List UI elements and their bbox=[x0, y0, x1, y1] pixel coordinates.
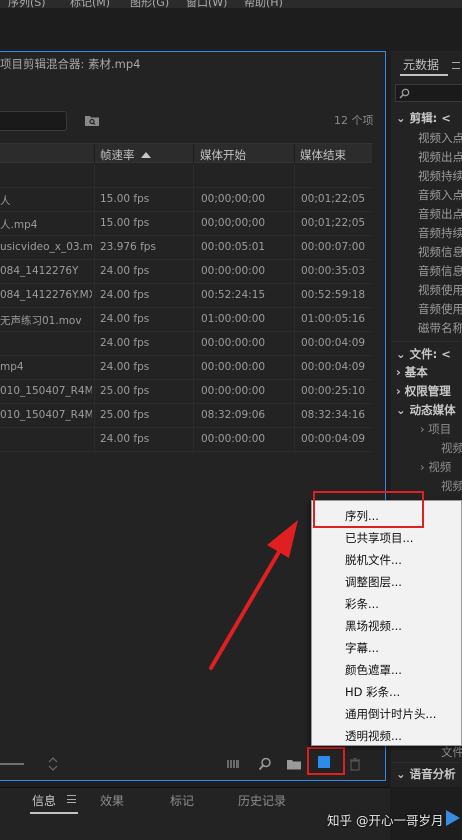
cursor-arrow-icon bbox=[446, 810, 460, 826]
watermark: 知乎 @开心一哥岁月 bbox=[327, 813, 444, 828]
annotation-arrow-icon bbox=[209, 520, 298, 670]
